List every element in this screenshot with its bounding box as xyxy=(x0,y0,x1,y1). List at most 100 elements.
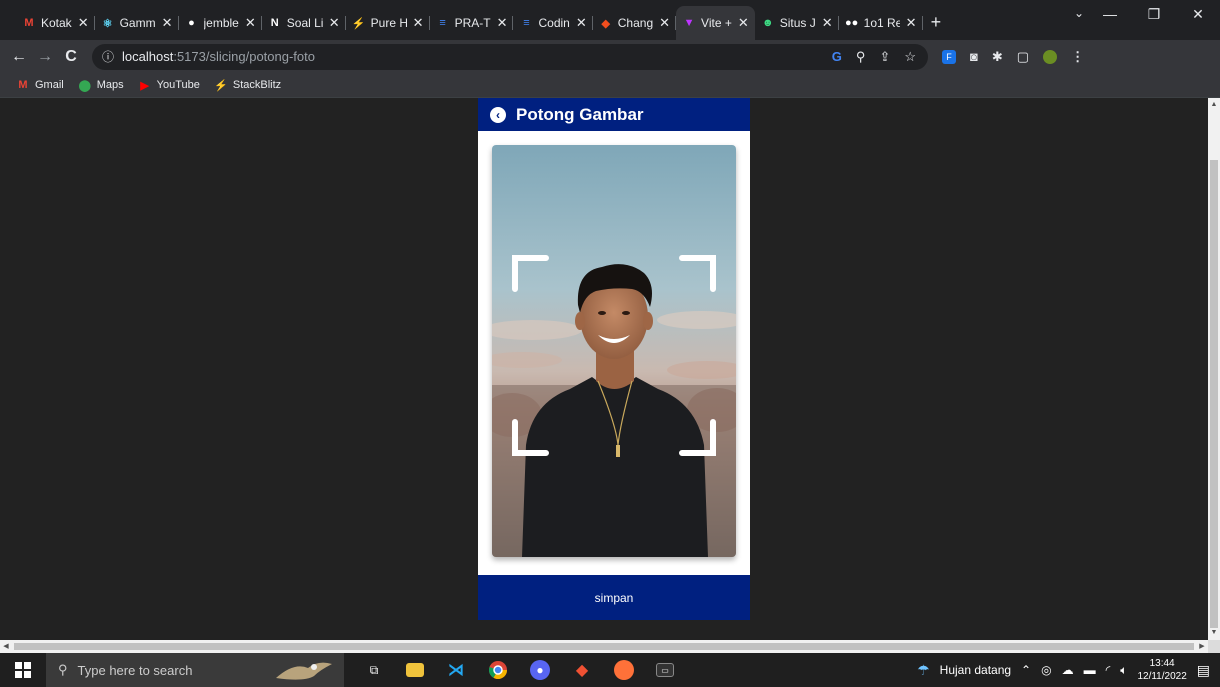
profile-avatar[interactable] xyxy=(1043,49,1058,64)
address-bar[interactable]: ⓘ localhost :5173/slicing/potong-foto G … xyxy=(92,43,928,70)
windows-logo-icon xyxy=(15,662,31,678)
close-tab-icon[interactable]: ✕ xyxy=(822,15,833,31)
start-button[interactable] xyxy=(0,662,46,678)
screenshot-extension-icon[interactable]: ◙ xyxy=(970,49,978,64)
weather-text[interactable]: Hujan datang xyxy=(940,663,1011,677)
task-view-icon[interactable]: ⧉ xyxy=(364,660,384,680)
close-tab-icon[interactable]: ✕ xyxy=(329,15,340,31)
taskbar-search[interactable]: ⚲ Type here to search xyxy=(46,653,344,687)
scrollbar-corner xyxy=(1208,640,1220,653)
extension-f-icon[interactable]: F xyxy=(942,49,956,64)
system-tray: ☂ Hujan datang ⌃ ◎ ☁ ▬ ◜ 🔈︎ 13:44 12/11/… xyxy=(917,657,1220,683)
bookmark-maps[interactable]: ⬤ Maps xyxy=(78,78,124,92)
tab-search-icon[interactable]: ⌄ xyxy=(1074,6,1084,20)
tab-title: Chang xyxy=(617,16,654,30)
bookmark-gmail[interactable]: M Gmail xyxy=(16,78,64,92)
tab-8[interactable]: ▼ Vite + ✕ xyxy=(676,6,755,40)
tab-1[interactable]: ⚛ Gamm ✕ xyxy=(95,6,179,40)
tab-9[interactable]: ☻ Situs J ✕ xyxy=(755,6,839,40)
page-viewport: ‹ Potong Gambar simpan xyxy=(0,98,1208,640)
chrome-icon[interactable] xyxy=(488,660,508,680)
file-explorer-icon[interactable] xyxy=(406,663,424,677)
horizontal-scrollbar[interactable]: ◀ ▶ xyxy=(0,640,1208,653)
crop-photo[interactable] xyxy=(492,145,736,557)
discord-icon[interactable]: ● xyxy=(530,660,550,680)
mobile-app-frame: ‹ Potong Gambar simpan xyxy=(478,98,750,620)
scroll-left-icon[interactable]: ◀ xyxy=(0,640,12,653)
weather-icon[interactable]: ☂ xyxy=(917,662,930,679)
tab-title: jemble xyxy=(203,16,239,30)
bookmark-label: Gmail xyxy=(35,79,64,91)
tray-chevron-icon[interactable]: ⌃ xyxy=(1021,663,1031,677)
tab-title: Codin xyxy=(538,16,570,30)
tab-0[interactable]: M Kotak ✕ xyxy=(16,6,95,40)
tab-3[interactable]: N Soal Li ✕ xyxy=(262,6,346,40)
back-button[interactable]: ← xyxy=(6,48,32,66)
git-icon[interactable]: ◆ xyxy=(572,660,592,680)
extensions-puzzle-icon[interactable]: ✱ xyxy=(992,49,1003,65)
back-arrow-icon[interactable]: ‹ xyxy=(490,106,506,123)
bookmark-youtube[interactable]: ▶ YouTube xyxy=(138,78,199,92)
search-icon: ⚲ xyxy=(58,662,68,677)
tab-4[interactable]: ⚡ Pure H ✕ xyxy=(346,6,430,40)
onedrive-icon[interactable]: ☁ xyxy=(1062,663,1074,677)
close-tab-icon[interactable]: ✕ xyxy=(576,15,587,31)
stackblitz-icon: ⚡ xyxy=(351,17,366,30)
tab-5[interactable]: ≡ PRA-T ✕ xyxy=(430,6,514,40)
close-tab-icon[interactable]: ✕ xyxy=(413,15,424,31)
notion-icon: N xyxy=(270,17,279,29)
tab-10[interactable]: ●● 1o1 Re ✕ xyxy=(839,6,923,40)
bookmark-star-icon[interactable]: ☆ xyxy=(904,49,916,65)
terminal-icon[interactable]: ▭ xyxy=(656,663,674,677)
clock[interactable]: 13:44 12/11/2022 xyxy=(1137,657,1186,683)
battery-icon[interactable]: ▬ xyxy=(1084,663,1096,677)
scroll-up-icon[interactable]: ▲ xyxy=(1208,98,1220,112)
new-tab-button[interactable]: + xyxy=(931,6,942,40)
save-button[interactable]: simpan xyxy=(478,575,750,620)
close-tab-icon[interactable]: ✕ xyxy=(659,15,670,31)
forward-button[interactable]: → xyxy=(32,48,58,66)
vscode-icon[interactable]: ⋊ xyxy=(446,660,466,680)
side-panel-icon[interactable]: ▢ xyxy=(1017,49,1029,65)
zoom-icon[interactable]: ⚲ xyxy=(856,49,866,65)
vertical-scrollbar[interactable]: ▲ ▼ xyxy=(1208,98,1220,640)
close-window-button[interactable]: ✕ xyxy=(1176,0,1220,30)
tab-2[interactable]: ● jemble ✕ xyxy=(179,6,262,40)
bookmark-label: Maps xyxy=(96,79,124,91)
minimize-button[interactable]: — xyxy=(1088,0,1132,30)
meet-icon[interactable]: ◎ xyxy=(1041,663,1051,677)
scroll-right-icon[interactable]: ▶ xyxy=(1196,640,1208,653)
volume-icon[interactable]: 🔈︎ xyxy=(1120,663,1127,678)
share-icon[interactable]: ⇪ xyxy=(879,49,890,65)
close-tab-icon[interactable]: ✕ xyxy=(906,15,917,31)
restore-button[interactable]: ❐ xyxy=(1132,0,1176,30)
wifi-icon[interactable]: ◜ xyxy=(1106,663,1111,677)
scroll-thumb-horizontal[interactable] xyxy=(14,643,1194,650)
scroll-thumb[interactable] xyxy=(1210,160,1218,628)
react-icon: ⚛ xyxy=(102,17,113,30)
url-path: :5173/slicing/potong-foto xyxy=(173,49,315,64)
chrome-menu-icon[interactable]: ⋮ xyxy=(1071,49,1084,65)
google-lens-icon[interactable]: G xyxy=(832,49,842,65)
reload-button[interactable]: C xyxy=(58,48,84,66)
notifications-icon[interactable]: ▤ xyxy=(1197,662,1210,679)
close-tab-icon[interactable]: ✕ xyxy=(78,15,89,31)
close-tab-icon[interactable]: ✕ xyxy=(162,15,173,31)
bookmark-stackblitz[interactable]: ⚡ StackBlitz xyxy=(214,78,281,92)
github-icon: ● xyxy=(188,17,195,29)
site-info-icon[interactable]: ⓘ xyxy=(102,48,114,65)
tab-6[interactable]: ≡ Codin ✕ xyxy=(513,6,593,40)
tab-title: Pure H xyxy=(370,16,407,30)
tab-title: Kotak xyxy=(41,16,72,30)
tab-7[interactable]: ◆ Chang ✕ xyxy=(593,6,677,40)
docs-icon: ≡ xyxy=(523,17,530,29)
close-tab-icon[interactable]: ✕ xyxy=(497,15,508,31)
scroll-down-icon[interactable]: ▼ xyxy=(1208,626,1220,640)
close-tab-icon[interactable]: ✕ xyxy=(738,15,749,31)
close-tab-icon[interactable]: ✕ xyxy=(245,15,256,31)
tab-title: Soal Li xyxy=(286,16,323,30)
portrait-photo xyxy=(492,145,736,557)
firefox-icon[interactable] xyxy=(614,660,634,680)
docs-icon: ≡ xyxy=(439,17,446,29)
bookmarks-bar: M Gmail ⬤ Maps ▶ YouTube ⚡ StackBlitz xyxy=(0,73,1220,98)
